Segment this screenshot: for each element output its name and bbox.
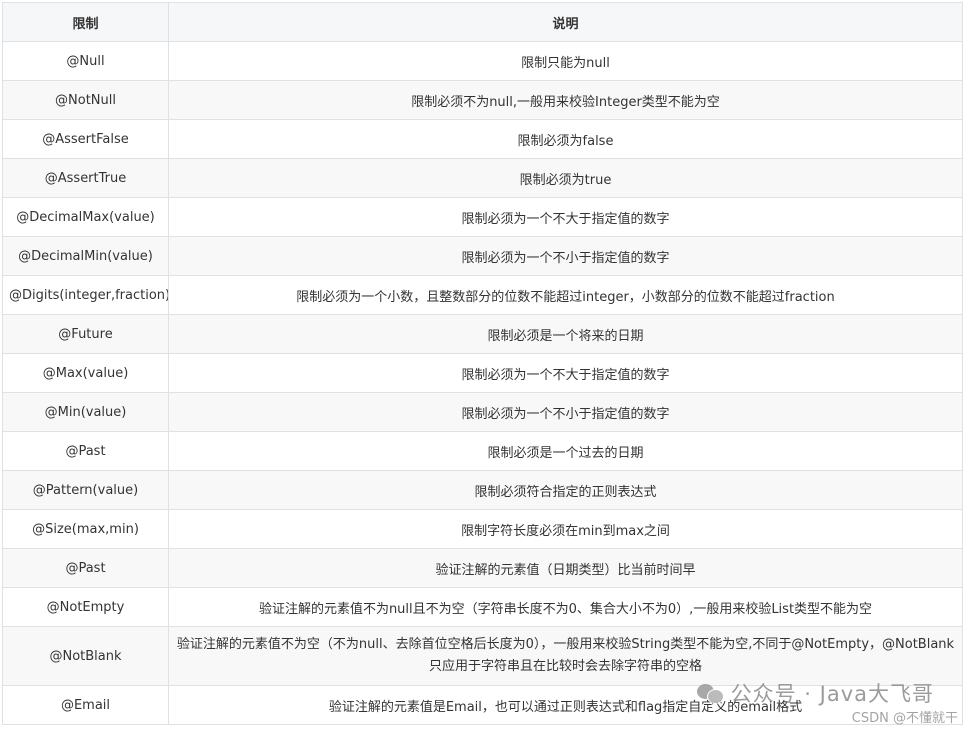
table-row: @Past 限制必须是一个过去的日期 <box>2 431 963 471</box>
annotation-name: @DecimalMax(value) <box>2 197 169 237</box>
validation-annotations-table: 限制 说明 @Null 限制只能为null @NotNull 限制必须不为null,… <box>2 2 963 725</box>
annotation-name: @Pattern(value) <box>2 470 169 510</box>
annotation-description: 限制必须为一个不小于指定值的数字 <box>168 236 963 276</box>
table-row: @DecimalMax(value) 限制必须为一个不大于指定值的数字 <box>2 197 963 237</box>
annotation-name: @Future <box>2 314 169 354</box>
table-row: @Size(max,min) 限制字符长度必须在min到max之间 <box>2 509 963 549</box>
column-header-description: 说明 <box>168 2 963 42</box>
annotation-name: @Max(value) <box>2 353 169 393</box>
table-row: @NotEmpty 验证注解的元素值不为null且不为空（字符串长度不为0、集合大… <box>2 587 963 627</box>
annotation-description: 验证注解的元素值是Email，也可以通过正则表达式和flag指定自定义的emai… <box>168 685 963 725</box>
annotation-name: @Null <box>2 41 169 81</box>
annotation-description: 限制必须为一个小数，且整数部分的位数不能超过integer，小数部分的位数不能超… <box>168 275 963 315</box>
annotation-description: 限制必须符合指定的正则表达式 <box>168 470 963 510</box>
annotation-description: 限制必须为一个不大于指定值的数字 <box>168 197 963 237</box>
table-row: @Past 验证注解的元素值（日期类型）比当前时间早 <box>2 548 963 588</box>
table-row: @NotNull 限制必须不为null,一般用来校验Integer类型不能为空 <box>2 80 963 120</box>
table-row: @Pattern(value) 限制必须符合指定的正则表达式 <box>2 470 963 510</box>
annotation-description: 限制必须是一个将来的日期 <box>168 314 963 354</box>
table-row: @AssertTrue 限制必须为true <box>2 158 963 198</box>
annotation-name: @Size(max,min) <box>2 509 169 549</box>
annotation-description: 限制字符长度必须在min到max之间 <box>168 509 963 549</box>
annotation-name: @Past <box>2 548 169 588</box>
table-row: @Min(value) 限制必须为一个不小于指定值的数字 <box>2 392 963 432</box>
table-row: @Max(value) 限制必须为一个不大于指定值的数字 <box>2 353 963 393</box>
annotation-name: @AssertFalse <box>2 119 169 159</box>
annotation-name: @Email <box>2 685 169 725</box>
annotation-name: @NotEmpty <box>2 587 169 627</box>
annotation-description: 验证注解的元素值不为null且不为空（字符串长度不为0、集合大小不为0）,一般用… <box>168 587 963 627</box>
annotation-description: 验证注解的元素值（日期类型）比当前时间早 <box>168 548 963 588</box>
table-row: @Null 限制只能为null <box>2 41 963 81</box>
annotation-name: @AssertTrue <box>2 158 169 198</box>
annotation-description: 限制只能为null <box>168 41 963 81</box>
table-header-row: 限制 说明 <box>2 2 963 42</box>
table-row: @DecimalMin(value) 限制必须为一个不小于指定值的数字 <box>2 236 963 276</box>
column-header-restriction: 限制 <box>2 2 169 42</box>
annotation-description: 限制必须为一个不小于指定值的数字 <box>168 392 963 432</box>
table-row: @Future 限制必须是一个将来的日期 <box>2 314 963 354</box>
table-row: @NotBlank 验证注解的元素值不为空（不为null、去除首位空格后长度为0）… <box>2 626 963 686</box>
annotation-name: @NotBlank <box>2 626 169 686</box>
annotation-description: 限制必须是一个过去的日期 <box>168 431 963 471</box>
table-row: @Email 验证注解的元素值是Email，也可以通过正则表达式和flag指定自定… <box>2 685 963 725</box>
annotation-description: 限制必须为true <box>168 158 963 198</box>
annotation-description: 限制必须不为null,一般用来校验Integer类型不能为空 <box>168 80 963 120</box>
annotation-name: @Min(value) <box>2 392 169 432</box>
annotation-description: 验证注解的元素值不为空（不为null、去除首位空格后长度为0），一般用来校验St… <box>168 626 963 686</box>
annotation-description: 限制必须为false <box>168 119 963 159</box>
annotation-description: 限制必须为一个不大于指定值的数字 <box>168 353 963 393</box>
annotation-name: @Past <box>2 431 169 471</box>
annotation-name: @Digits(integer,fraction) <box>2 275 169 315</box>
annotation-name: @NotNull <box>2 80 169 120</box>
table-row: @AssertFalse 限制必须为false <box>2 119 963 159</box>
table-row: @Digits(integer,fraction) 限制必须为一个小数，且整数部分… <box>2 275 963 315</box>
annotation-name: @DecimalMin(value) <box>2 236 169 276</box>
